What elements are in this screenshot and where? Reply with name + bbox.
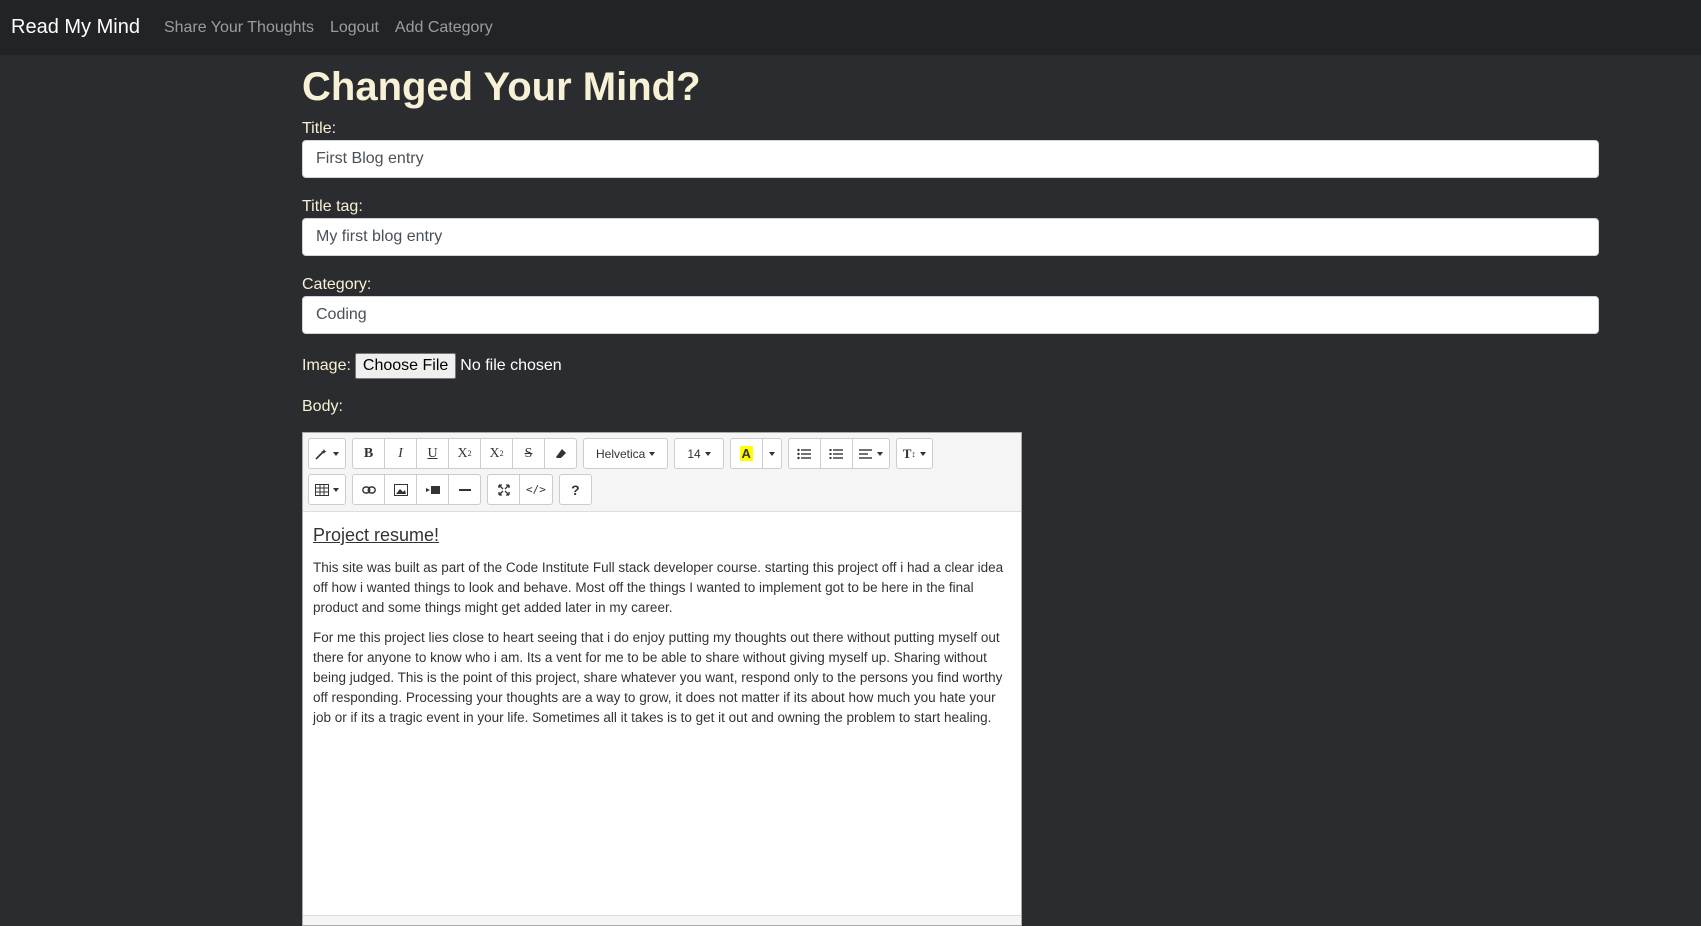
font-size-dropdown[interactable]: 14	[674, 438, 724, 469]
category-select-value: Coding	[316, 306, 367, 323]
ordered-list-icon[interactable]	[819, 438, 853, 469]
view-group: </>	[487, 474, 553, 505]
picture-icon[interactable]	[384, 474, 417, 505]
editor-resize-bar[interactable]	[303, 915, 1021, 925]
nav-link-share-thoughts[interactable]: Share Your Thoughts	[164, 19, 314, 37]
line-height-icon[interactable]: T ↕	[895, 438, 933, 469]
bold-icon[interactable]: B	[352, 438, 385, 469]
horizontal-rule-icon[interactable]	[448, 474, 481, 505]
title-label: Title:	[302, 120, 337, 137]
content-paragraph-1: This site was built as part of the Code …	[313, 560, 1004, 615]
font-size-group: 14	[674, 438, 724, 469]
table-group	[308, 474, 346, 505]
navbar: Read My Mind Share Your Thoughts Logout …	[0, 0, 1701, 55]
title-tag-input-value: My first blog entry	[316, 228, 443, 245]
fullscreen-icon[interactable]	[487, 474, 520, 505]
insert-group	[352, 474, 481, 505]
title-input[interactable]: First Blog entry	[302, 140, 1599, 178]
title-tag-input[interactable]: My first blog entry	[302, 218, 1599, 256]
no-file-text: No file chosen	[460, 357, 562, 374]
toolbar-row-2: </> ?	[308, 474, 1021, 505]
page-title: Changed Your Mind?	[302, 65, 701, 109]
magic-icon[interactable]	[308, 438, 346, 469]
content-heading: Project resume!	[313, 525, 440, 545]
rich-text-editor: B I U X2 X2 S Helvetica 14 A T ↕ </> ? P…	[302, 432, 1022, 926]
choose-file-button[interactable]: Choose File	[354, 353, 457, 379]
category-select[interactable]: Coding	[302, 296, 1599, 334]
highlight-color-icon[interactable]: A	[729, 438, 763, 469]
editor-content[interactable]: Project resume! This site was built as p…	[303, 512, 1021, 750]
nav-link-logout[interactable]: Logout	[330, 19, 379, 37]
category-label: Category:	[302, 276, 372, 293]
paragraph-group	[787, 438, 890, 469]
italic-icon[interactable]: I	[384, 438, 417, 469]
nav-link-add-category[interactable]: Add Category	[395, 19, 493, 37]
font-size-value: 14	[687, 446, 701, 461]
title-tag-label: Title tag:	[302, 198, 363, 215]
content-paragraph-2: For me this project lies close to heart …	[313, 630, 1003, 725]
editor-toolbar: B I U X2 X2 S Helvetica 14 A T ↕ </> ?	[303, 433, 1021, 512]
font-name-value: Helvetica	[596, 446, 646, 461]
video-icon[interactable]	[416, 474, 449, 505]
image-label: Image:	[302, 357, 351, 374]
strikethrough-icon[interactable]: S	[512, 438, 545, 469]
font-style-group: B I U X2 X2 S	[352, 438, 577, 469]
subscript-icon[interactable]: X2	[480, 438, 513, 469]
image-field: Image: Choose File No file chosen	[302, 351, 1599, 381]
main-content: Changed Your Mind? Title: First Blog ent…	[302, 55, 1599, 926]
eraser-icon[interactable]	[544, 438, 577, 469]
brand-link[interactable]: Read My Mind	[11, 16, 140, 39]
color-group: A	[729, 438, 782, 469]
table-icon[interactable]	[308, 474, 346, 505]
help-icon[interactable]: ?	[558, 474, 592, 505]
font-name-dropdown[interactable]: Helvetica	[583, 438, 669, 469]
font-name-group: Helvetica	[583, 438, 669, 469]
highlight-letter: A	[739, 446, 753, 461]
help-group: ?	[558, 474, 592, 505]
link-icon[interactable]	[352, 474, 385, 505]
title-input-value: First Blog entry	[316, 150, 424, 167]
align-icon[interactable]	[851, 438, 890, 469]
underline-icon[interactable]: U	[416, 438, 449, 469]
code-view-icon[interactable]: </>	[519, 474, 553, 505]
unordered-list-icon[interactable]	[787, 438, 821, 469]
style-group	[308, 438, 346, 469]
body-label: Body:	[302, 398, 343, 415]
color-dropdown-icon[interactable]	[761, 438, 782, 469]
superscript-icon[interactable]: X2	[448, 438, 481, 469]
toolbar-row-1: B I U X2 X2 S Helvetica 14 A T ↕	[308, 438, 1021, 469]
height-group: T ↕	[895, 438, 933, 469]
